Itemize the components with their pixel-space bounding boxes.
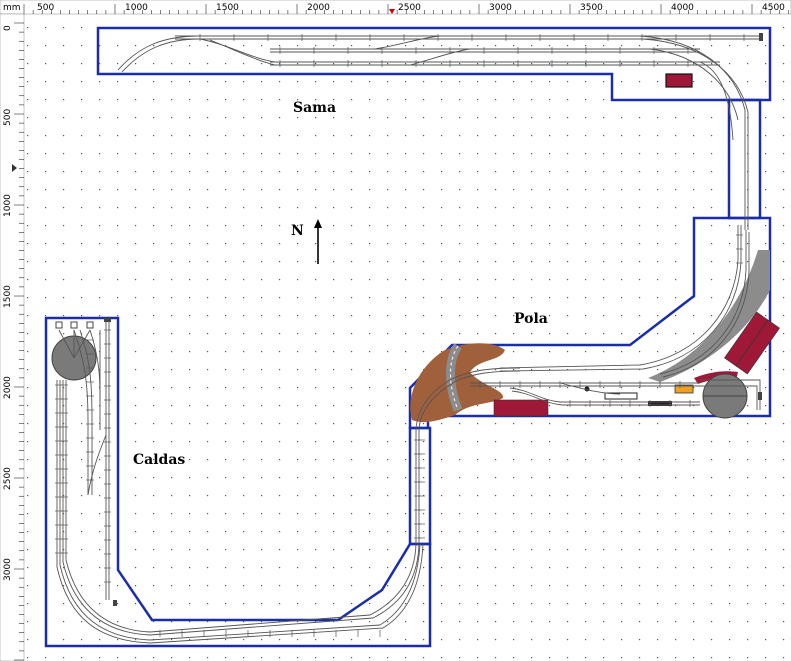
building-sama: [665, 73, 693, 88]
top-tick-label: 4500: [762, 3, 785, 13]
left-tick-label: 2000: [3, 376, 13, 399]
left-tick-label: 0: [3, 25, 13, 31]
left-tick-label: 1000: [3, 194, 13, 217]
top-tick-label: 1500: [216, 3, 239, 13]
left-tick-label: 2500: [3, 467, 13, 490]
left-tick-label: 1500: [3, 285, 13, 308]
top-tick-label: 2500: [398, 3, 421, 13]
building-pola-large: [493, 399, 549, 417]
top-tick-label: 500: [37, 3, 54, 13]
left-tick-label: 500: [3, 109, 13, 126]
label-caldas: Caldas: [133, 452, 185, 468]
label-sama: Sama: [293, 100, 336, 116]
layout-canvas[interactable]: mm 500 1000 1500 2000 2500 3000 3500 400…: [0, 0, 791, 661]
label-north: N: [291, 223, 304, 239]
top-tick-label: 3000: [489, 3, 512, 13]
top-tick-label: 4000: [671, 3, 694, 13]
top-tick-label: 2000: [307, 3, 330, 13]
top-tick-label: 1000: [125, 3, 148, 13]
ruler-unit: mm: [3, 3, 21, 13]
top-tick-label: 3500: [580, 3, 603, 13]
label-pola: Pola: [514, 311, 548, 327]
left-tick-label: 3000: [3, 558, 13, 581]
